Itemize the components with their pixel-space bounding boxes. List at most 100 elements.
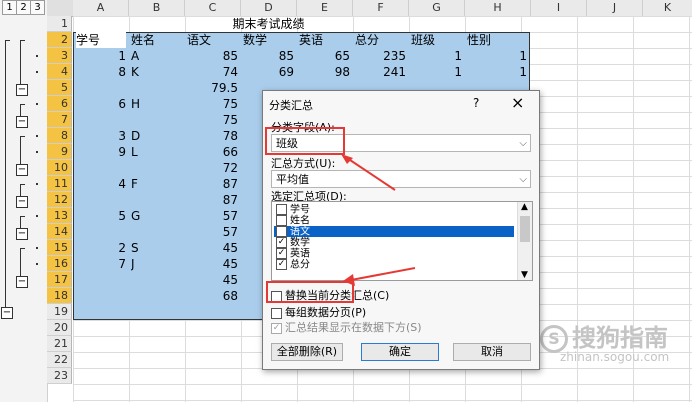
table-cell[interactable] (73, 272, 126, 288)
collapse-group-button[interactable]: − (16, 228, 28, 240)
column-header-g[interactable]: G (409, 0, 465, 17)
table-cell[interactable]: 5 (73, 208, 126, 224)
outline-level-3-button[interactable]: 3 (30, 0, 45, 15)
scroll-thumb[interactable] (520, 216, 530, 242)
header-cell-english[interactable]: 英语 (299, 32, 351, 48)
header-cell-math[interactable]: 数学 (243, 32, 295, 48)
row-header[interactable]: 4 (47, 64, 72, 80)
table-cell[interactable]: A (131, 48, 183, 64)
table-cell[interactable]: 9 (73, 144, 126, 160)
below-option[interactable]: ✓ 汇总结果显示在数据下方(S) (271, 319, 422, 335)
table-cell[interactable] (131, 272, 183, 288)
table-cell[interactable]: 75 (185, 112, 238, 128)
scroll-up-icon[interactable]: ▲ (521, 202, 528, 212)
row-header[interactable]: 19 (47, 304, 72, 320)
row-header[interactable]: 1 (47, 16, 72, 32)
header-cell-gender[interactable]: 性别 (467, 32, 527, 48)
table-cell[interactable]: 1 (409, 48, 462, 64)
table-cell[interactable]: 57 (185, 208, 238, 224)
column-header-e[interactable]: E (297, 0, 353, 17)
table-cell[interactable]: 1 (73, 48, 126, 64)
pagebreak-option[interactable]: 每组数据分页(P) (271, 304, 366, 320)
header-cell-class[interactable]: 班级 (411, 32, 463, 48)
table-cell[interactable] (73, 192, 126, 208)
table-cell[interactable] (131, 192, 183, 208)
item-checkbox[interactable]: ✓ (276, 237, 287, 248)
table-cell[interactable]: 69 (241, 64, 294, 80)
table-cell[interactable]: H (131, 96, 183, 112)
table-cell[interactable]: D (131, 128, 183, 144)
column-header-j[interactable]: J (587, 0, 643, 17)
table-cell[interactable]: 66 (185, 144, 238, 160)
table-cell[interactable]: 1 (409, 64, 462, 80)
item-checkbox[interactable] (276, 215, 287, 226)
row-header[interactable]: 17 (47, 272, 72, 288)
cancel-button[interactable]: 取消 (453, 343, 531, 361)
remove-all-button[interactable]: 全部删除(R) (271, 343, 343, 361)
outline-level-2-button[interactable]: 2 (16, 0, 31, 15)
table-cell[interactable]: 45 (185, 240, 238, 256)
table-cell[interactable]: 235 (353, 48, 406, 64)
row-header[interactable]: 10 (47, 160, 72, 176)
row-header[interactable]: 14 (47, 224, 72, 240)
table-cell[interactable]: S (131, 240, 183, 256)
ok-button[interactable]: 确定 (361, 343, 439, 361)
table-cell[interactable]: 57 (185, 224, 238, 240)
outline-level-1-button[interactable]: 1 (2, 0, 17, 15)
table-cell[interactable]: 45 (185, 272, 238, 288)
table-cell[interactable] (73, 160, 126, 176)
scroll-down-icon[interactable]: ▼ (521, 270, 528, 280)
table-cell[interactable] (131, 288, 183, 304)
table-cell[interactable]: 1 (465, 64, 527, 80)
table-cell[interactable]: G (131, 208, 183, 224)
pagebreak-checkbox[interactable] (271, 307, 282, 319)
row-header[interactable]: 11 (47, 176, 72, 192)
table-cell[interactable]: 78 (185, 128, 238, 144)
header-cell-name[interactable]: 姓名 (131, 32, 183, 48)
table-cell[interactable]: 72 (185, 160, 238, 176)
row-header[interactable]: 21 (47, 336, 72, 352)
table-cell[interactable] (73, 112, 126, 128)
row-header[interactable]: 9 (47, 144, 72, 160)
select-all-corner[interactable] (47, 0, 74, 17)
table-cell[interactable]: 65 (297, 48, 350, 64)
column-header-i[interactable]: I (531, 0, 587, 17)
table-cell[interactable]: 45 (185, 256, 238, 272)
row-header[interactable]: 2 (47, 32, 72, 48)
help-button[interactable]: ? (473, 96, 479, 110)
row-header[interactable]: 13 (47, 208, 72, 224)
item-checkbox[interactable]: ✓ (276, 248, 287, 259)
table-cell[interactable]: J (131, 256, 183, 272)
collapse-group-button[interactable]: − (16, 164, 28, 176)
table-cell[interactable] (73, 80, 126, 96)
item-checkbox[interactable]: ✓ (276, 226, 287, 237)
items-scrollbar[interactable]: ▲ ▼ (517, 202, 532, 280)
row-header[interactable]: 8 (47, 128, 72, 144)
item-checkbox[interactable] (276, 204, 287, 215)
table-cell[interactable]: 87 (185, 192, 238, 208)
table-cell[interactable] (131, 80, 183, 96)
table-cell[interactable] (131, 160, 183, 176)
column-header-b[interactable]: B (129, 0, 185, 17)
row-header[interactable]: 15 (47, 240, 72, 256)
header-cell-total[interactable]: 总分 (355, 32, 407, 48)
column-header-f[interactable]: F (353, 0, 409, 17)
collapse-level1-button[interactable]: − (1, 307, 13, 319)
table-cell[interactable]: 7 (73, 256, 126, 272)
table-cell[interactable] (131, 224, 183, 240)
table-cell[interactable] (73, 288, 126, 304)
table-cell[interactable]: 3 (73, 128, 126, 144)
column-header-k[interactable]: K (643, 0, 692, 17)
row-header[interactable]: 5 (47, 80, 72, 96)
table-cell[interactable] (131, 112, 183, 128)
row-header[interactable]: 16 (47, 256, 72, 272)
table-cell[interactable]: 75 (185, 96, 238, 112)
row-header[interactable]: 6 (47, 96, 72, 112)
table-cell[interactable]: 98 (297, 64, 350, 80)
column-header-c[interactable]: C (185, 0, 241, 17)
row-header[interactable]: 12 (47, 192, 72, 208)
row-header[interactable]: 22 (47, 352, 72, 368)
column-header-d[interactable]: D (241, 0, 297, 17)
collapse-group-button[interactable]: − (16, 116, 28, 128)
item-checkbox[interactable]: ✓ (276, 259, 287, 270)
